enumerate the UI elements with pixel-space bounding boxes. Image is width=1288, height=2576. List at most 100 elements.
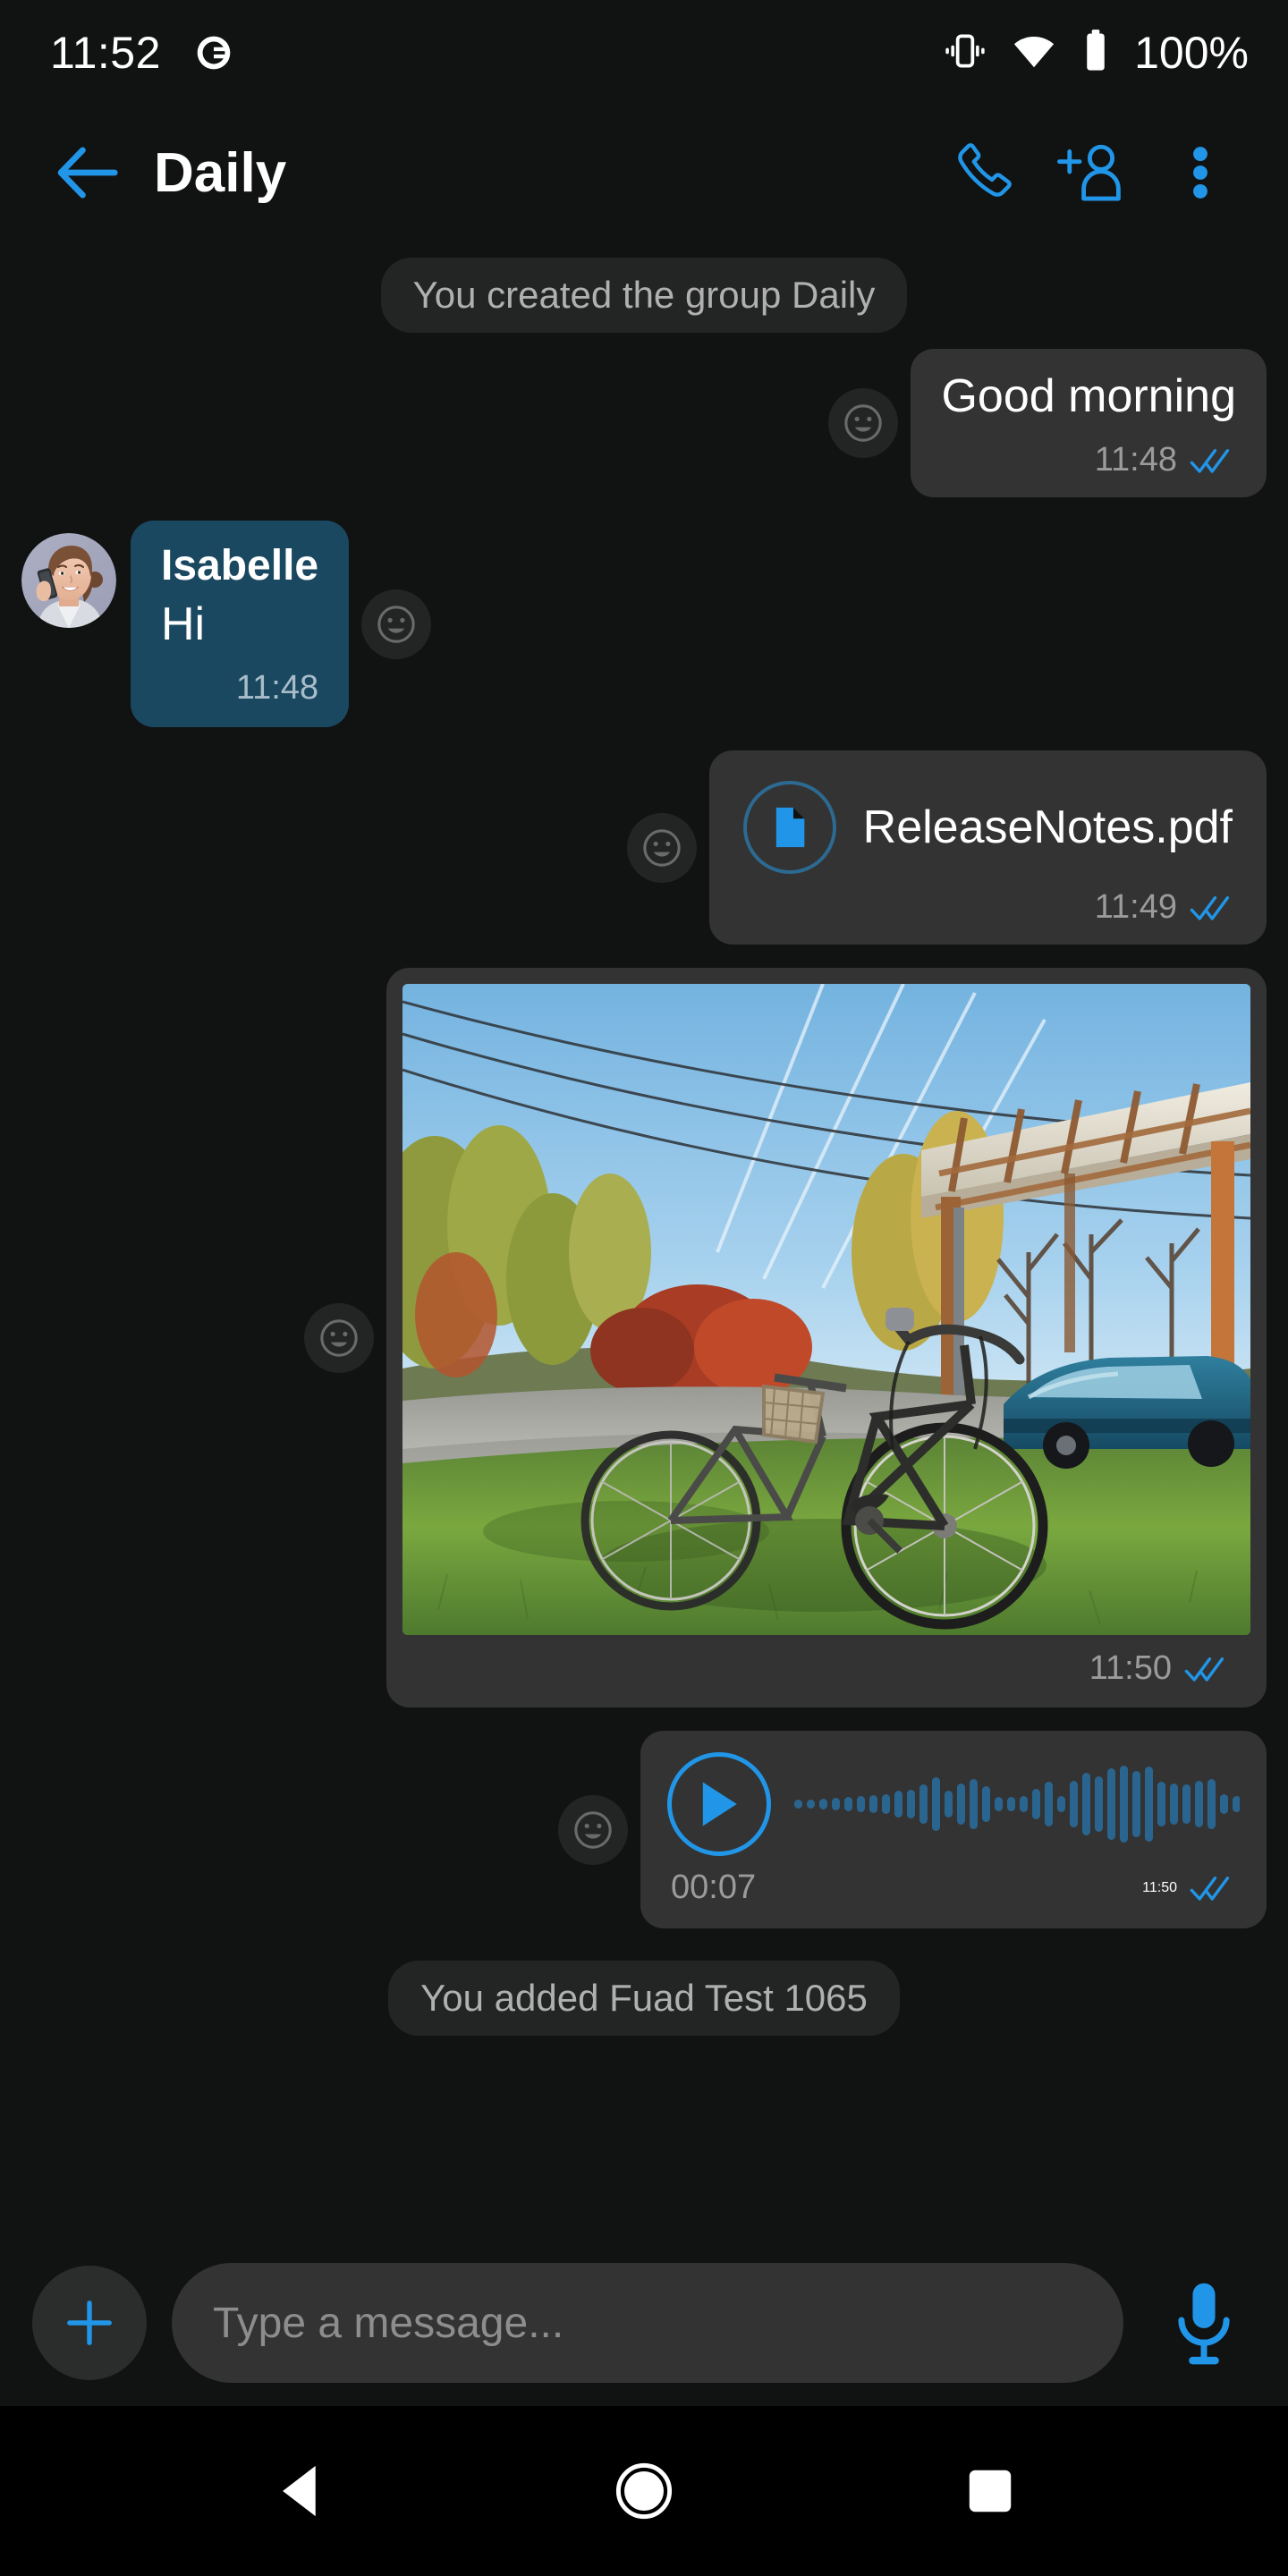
waveform-bar xyxy=(970,1779,978,1830)
waveform-bar xyxy=(907,1790,915,1819)
overflow-menu-icon[interactable] xyxy=(1150,123,1250,223)
emoji-reaction-icon[interactable] xyxy=(304,1302,374,1373)
message-input-bar: Type a message... xyxy=(0,2240,1288,2406)
waveform-bar xyxy=(1120,1766,1128,1843)
status-bar: 11:52 100% xyxy=(0,0,1288,106)
waveform-bar xyxy=(1182,1784,1191,1825)
battery-icon xyxy=(1080,28,1111,79)
waveform-bar xyxy=(807,1800,815,1809)
voice-duration-label: 00:07 xyxy=(671,1868,757,1907)
message-bubble-file-out[interactable]: ReleaseNotes.pdf 11:49 xyxy=(708,750,1267,945)
emoji-reaction-icon[interactable] xyxy=(361,589,432,659)
waveform-bar xyxy=(1132,1771,1140,1838)
phone-screen: 11:52 100% Daily You created the group D… xyxy=(0,0,1288,2576)
waveform-bar xyxy=(932,1777,940,1832)
waveform-bar xyxy=(1195,1781,1203,1828)
add-person-icon[interactable] xyxy=(1041,123,1141,223)
waveform-bar xyxy=(1220,1794,1228,1815)
status-bar-clock: 11:52 xyxy=(50,28,161,78)
message-meta: 11:50 xyxy=(1142,1872,1236,1904)
app-bar: Daily xyxy=(0,106,1288,240)
message-timestamp: 11:48 xyxy=(1094,441,1177,479)
play-button-icon[interactable] xyxy=(667,1752,771,1857)
message-meta: 11:48 xyxy=(131,669,349,727)
message-timestamp: 11:50 xyxy=(1089,1649,1172,1688)
waveform-bar xyxy=(794,1800,802,1809)
plus-attach-icon[interactable] xyxy=(32,2266,147,2380)
audio-waveform[interactable] xyxy=(794,1759,1240,1849)
message-timestamp: 11:49 xyxy=(1094,888,1177,927)
app-bar-actions xyxy=(932,123,1250,223)
waveform-bar xyxy=(857,1796,865,1813)
read-receipt-icon xyxy=(1190,892,1236,924)
message-row-voice-note[interactable]: 00:07 11:50 xyxy=(0,1731,1288,1929)
read-receipt-icon xyxy=(1190,445,1236,477)
system-message-row: You created the group Daily xyxy=(0,258,1288,333)
nav-recents-icon[interactable] xyxy=(936,2437,1044,2545)
message-timestamp: 11:48 xyxy=(235,669,319,708)
waveform-bar xyxy=(1082,1773,1090,1836)
message-bubble-text-out[interactable]: Good morning 11:48 xyxy=(911,349,1267,498)
message-row-photo[interactable]: 11:50 xyxy=(0,968,1288,1708)
message-timestamp: 11:50 xyxy=(1142,1879,1177,1895)
phone-call-icon[interactable] xyxy=(932,123,1032,223)
nav-back-icon[interactable] xyxy=(244,2437,352,2545)
message-row-good-morning[interactable]: Good morning 11:48 xyxy=(0,349,1288,498)
message-bubble-text-in[interactable]: Isabelle Hi 11:48 xyxy=(131,521,350,728)
message-meta: 11:48 xyxy=(911,441,1267,497)
message-sender-name: Isabelle xyxy=(161,542,319,590)
message-text: Good morning xyxy=(941,370,1236,422)
message-bubble-image-out[interactable]: 11:50 xyxy=(386,968,1267,1708)
battery-percent-label: 100% xyxy=(1134,28,1249,78)
waveform-bar xyxy=(1233,1796,1240,1813)
system-message-row: You added Fuad Test 1065 xyxy=(0,1961,1288,2037)
android-navigation-bar xyxy=(0,2406,1288,2576)
back-arrow-icon[interactable] xyxy=(43,130,129,216)
waveform-bar xyxy=(819,1799,827,1810)
message-bubble-voice-out[interactable]: 00:07 11:50 xyxy=(640,1731,1267,1929)
waveform-bar xyxy=(919,1784,928,1825)
waveform-bar xyxy=(1145,1767,1153,1843)
system-message-member-added: You added Fuad Test 1065 xyxy=(388,1961,900,2037)
emoji-reaction-icon[interactable] xyxy=(828,388,899,459)
waveform-bar xyxy=(1020,1796,1028,1813)
system-message-group-created: You created the group Daily xyxy=(380,258,908,333)
read-receipt-icon xyxy=(1190,1872,1236,1904)
message-row-isabelle-hi[interactable]: Isabelle Hi 11:48 xyxy=(0,521,1288,728)
vibrate-icon xyxy=(943,29,987,78)
waveform-bar xyxy=(1170,1784,1178,1826)
nav-home-icon[interactable] xyxy=(590,2437,698,2545)
conversation-list[interactable]: You created the group Daily Good morning… xyxy=(0,240,1288,2240)
waveform-bar xyxy=(1208,1779,1216,1830)
message-row-release-notes[interactable]: ReleaseNotes.pdf 11:49 xyxy=(0,750,1288,945)
photo-bicycles-autumn[interactable] xyxy=(402,984,1250,1636)
avatar-isabelle[interactable] xyxy=(21,533,116,629)
waveform-bar xyxy=(1157,1782,1165,1827)
waveform-bar xyxy=(995,1797,1003,1812)
waveform-bar xyxy=(844,1797,852,1812)
waveform-bar xyxy=(832,1798,840,1811)
emoji-reaction-icon[interactable] xyxy=(626,812,697,883)
search-input[interactable]: Type a message... xyxy=(172,2263,1123,2383)
waveform-bar xyxy=(1107,1768,1115,1841)
waveform-bar xyxy=(1032,1789,1040,1820)
app-logo-icon xyxy=(193,32,234,73)
pdf-document-icon[interactable] xyxy=(742,781,836,875)
microphone-icon[interactable] xyxy=(1150,2269,1258,2377)
waveform-bar xyxy=(1070,1781,1078,1828)
message-input-placeholder: Type a message... xyxy=(213,2299,564,2347)
wifi-icon xyxy=(1011,28,1057,79)
waveform-bar xyxy=(982,1786,990,1823)
waveform-bar xyxy=(1095,1776,1103,1833)
waveform-bar xyxy=(869,1795,877,1814)
page-title: Daily xyxy=(154,141,287,204)
emoji-reaction-icon[interactable] xyxy=(558,1794,628,1865)
waveform-bar xyxy=(945,1791,953,1818)
waveform-bar xyxy=(957,1784,965,1826)
status-bar-indicators: 100% xyxy=(943,27,1249,79)
message-text: Hi xyxy=(161,597,206,650)
waveform-bar xyxy=(894,1791,902,1818)
waveform-bar xyxy=(1057,1796,1065,1813)
read-receipt-icon xyxy=(1184,1653,1231,1685)
waveform-bar xyxy=(1045,1782,1053,1827)
